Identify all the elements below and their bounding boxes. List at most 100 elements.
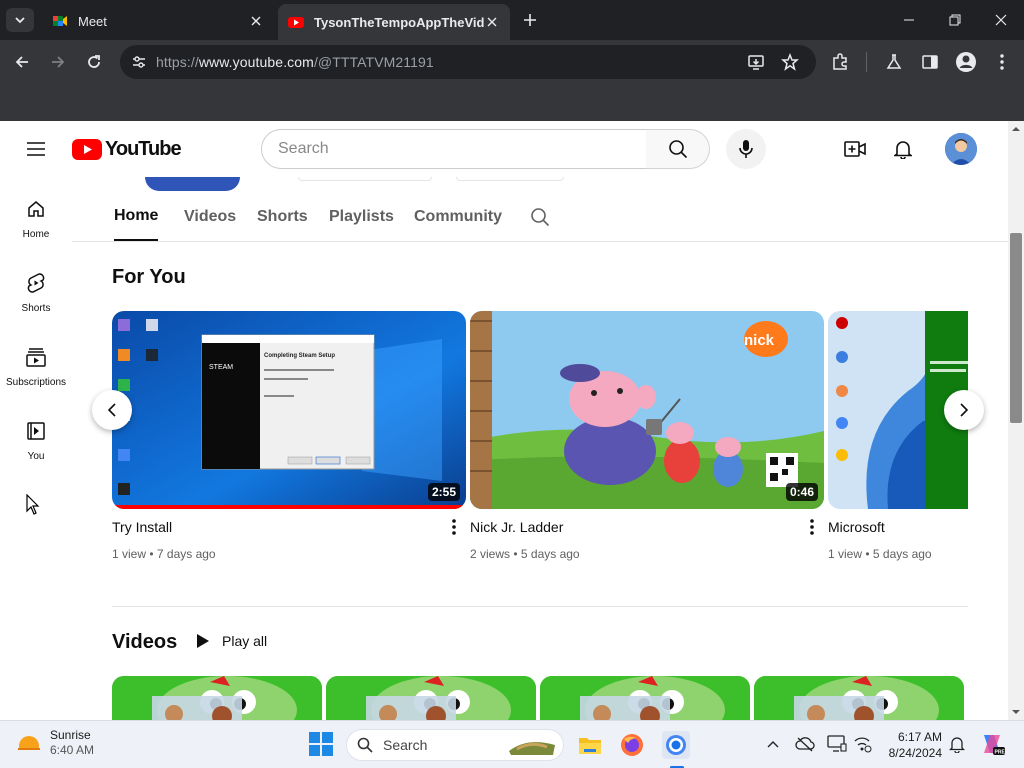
guide-item-subscriptions[interactable]: Subscriptions	[0, 333, 72, 397]
display-icon[interactable]	[826, 733, 848, 755]
logo-wordmark: YouTube	[105, 137, 182, 160]
shelf-next-button[interactable]	[944, 390, 984, 430]
clock-time: 6:17 AM	[897, 730, 942, 744]
taskbar-search-box[interactable]: Search	[346, 729, 564, 761]
minimize-button[interactable]	[886, 0, 932, 40]
guide-item-label: Subscriptions	[5, 377, 67, 388]
chrome-taskbar-button[interactable]	[662, 731, 690, 759]
browser-tab-meet[interactable]: Meet	[42, 6, 274, 36]
restore-button[interactable]	[932, 0, 978, 40]
labs-flask-icon[interactable]	[880, 48, 908, 76]
video-thumbnail[interactable]: nick 0:46	[470, 311, 824, 509]
site-info-icon[interactable]	[122, 45, 156, 79]
video-thumbnail[interactable]: STEAM Completing Steam Setup 2:55	[112, 311, 466, 509]
browser-tab-youtube[interactable]: TysonTheTempoAppTheVideoM	[278, 4, 510, 40]
guide-item-home[interactable]: Home	[0, 185, 72, 249]
notifications-button[interactable]	[887, 133, 919, 165]
weather-text: Sunrise 6:40 AM	[50, 728, 94, 758]
extensions-icon[interactable]	[826, 48, 854, 76]
bookmark-star-icon[interactable]	[778, 50, 802, 74]
start-button[interactable]	[308, 731, 334, 757]
side-panel-icon[interactable]	[916, 48, 944, 76]
voice-search-button[interactable]	[726, 129, 766, 169]
close-icon	[995, 14, 1007, 26]
tab-shorts[interactable]: Shorts	[257, 193, 308, 241]
tab-community[interactable]: Community	[414, 193, 502, 241]
subscriptions-icon	[24, 345, 48, 369]
video-thumbnail[interactable]	[112, 676, 322, 720]
search-icon	[668, 140, 687, 159]
video-title[interactable]: Try Install	[112, 519, 466, 537]
video-metadata: 1 view • 5 days ago	[828, 547, 932, 561]
video-card[interactable]: Microsoft 1 view • 5 days ago	[828, 311, 968, 561]
close-window-button[interactable]	[978, 0, 1024, 40]
channel-button-partial	[298, 177, 432, 181]
create-button[interactable]	[839, 133, 871, 165]
account-avatar[interactable]	[945, 133, 977, 165]
windows-logo-icon	[309, 732, 333, 756]
video-card[interactable]: STEAM Completing Steam Setup 2:55 Try In…	[112, 311, 466, 561]
tab-videos[interactable]: Videos	[184, 193, 236, 241]
search-button[interactable]	[646, 129, 710, 169]
guide-item-you[interactable]: You	[0, 407, 72, 471]
folder-icon	[579, 738, 601, 754]
new-tab-button[interactable]	[518, 8, 542, 32]
chrome-menu-icon[interactable]	[988, 48, 1016, 76]
back-button[interactable]	[8, 48, 36, 76]
video-metadata: 1 view • 7 days ago	[112, 547, 216, 561]
tab-search-button[interactable]	[6, 8, 34, 32]
tab-playlists[interactable]: Playlists	[329, 193, 394, 241]
firefox-icon	[621, 734, 643, 756]
youtube-page: YouTube Search Home Shorts Subscriptions…	[0, 121, 1024, 720]
home-icon	[24, 197, 48, 221]
scroll-down-icon[interactable]	[1008, 707, 1024, 717]
weather-widget[interactable]: Sunrise 6:40 AM	[16, 728, 94, 758]
chrome-icon	[666, 735, 686, 755]
video-thumbnail[interactable]	[754, 676, 964, 720]
file-explorer-taskbar-button[interactable]	[576, 731, 604, 759]
cloud-sync-icon[interactable]	[794, 733, 816, 755]
windows-taskbar: Sunrise 6:40 AM Search 6:17 AM 8/24/2024…	[0, 720, 1024, 768]
youtube-logo[interactable]: YouTube	[72, 137, 182, 161]
reload-button[interactable]	[80, 48, 108, 76]
channel-button-partial	[456, 177, 564, 181]
shelf-previous-button[interactable]	[92, 390, 132, 430]
address-bar[interactable]: https://www.youtube.com/@TTTATVM21191	[120, 45, 816, 79]
guide-item-shorts[interactable]: Shorts	[0, 259, 72, 323]
guide-menu-button[interactable]	[20, 133, 52, 165]
tab-title: TysonTheTempoAppTheVideoM	[314, 14, 484, 30]
tab-home[interactable]: Home	[114, 193, 159, 241]
scroll-up-icon[interactable]	[1008, 124, 1024, 134]
taskbar-clock[interactable]: 6:17 AM 8/24/2024	[884, 729, 942, 761]
svg-text:Completing Steam Setup: Completing Steam Setup	[264, 353, 335, 359]
show-hidden-icons-button[interactable]	[762, 733, 784, 755]
video-title[interactable]: Nick Jr. Ladder	[470, 519, 824, 537]
video-thumbnail[interactable]	[540, 676, 750, 720]
copilot-icon[interactable]: PRE	[978, 730, 1006, 758]
play-all-button[interactable]: Play all	[196, 631, 267, 651]
search-input[interactable]: Search	[261, 129, 647, 169]
install-app-icon[interactable]	[744, 50, 768, 74]
tab-label: Shorts	[257, 208, 308, 225]
tab-label: Community	[414, 208, 502, 225]
video-card[interactable]: nick 0:46 Nick Jr. Ladder 2 views • 5 da…	[470, 311, 824, 561]
profile-icon[interactable]	[952, 48, 980, 76]
videos-section-title: Videos	[112, 631, 178, 653]
search-icon	[531, 208, 550, 227]
video-title[interactable]: Microsoft	[828, 519, 968, 537]
scrollbar-thumb[interactable]	[1010, 233, 1022, 423]
sunrise-weather-icon	[16, 736, 42, 756]
url-host: www.youtube.com	[198, 54, 314, 70]
notification-bell-icon[interactable]	[946, 733, 968, 755]
more-actions-icon[interactable]	[446, 517, 462, 537]
close-tab-icon[interactable]	[248, 13, 264, 29]
video-thumbnail[interactable]	[326, 676, 536, 720]
network-status-icon[interactable]	[852, 733, 874, 755]
firefox-taskbar-button[interactable]	[618, 731, 646, 759]
close-tab-icon[interactable]	[484, 14, 500, 30]
channel-search-button[interactable]	[528, 205, 552, 229]
forward-button[interactable]	[44, 48, 72, 76]
more-actions-icon[interactable]	[804, 517, 820, 537]
video-duration: 0:46	[785, 483, 818, 501]
play-all-label: Play all	[222, 633, 268, 649]
